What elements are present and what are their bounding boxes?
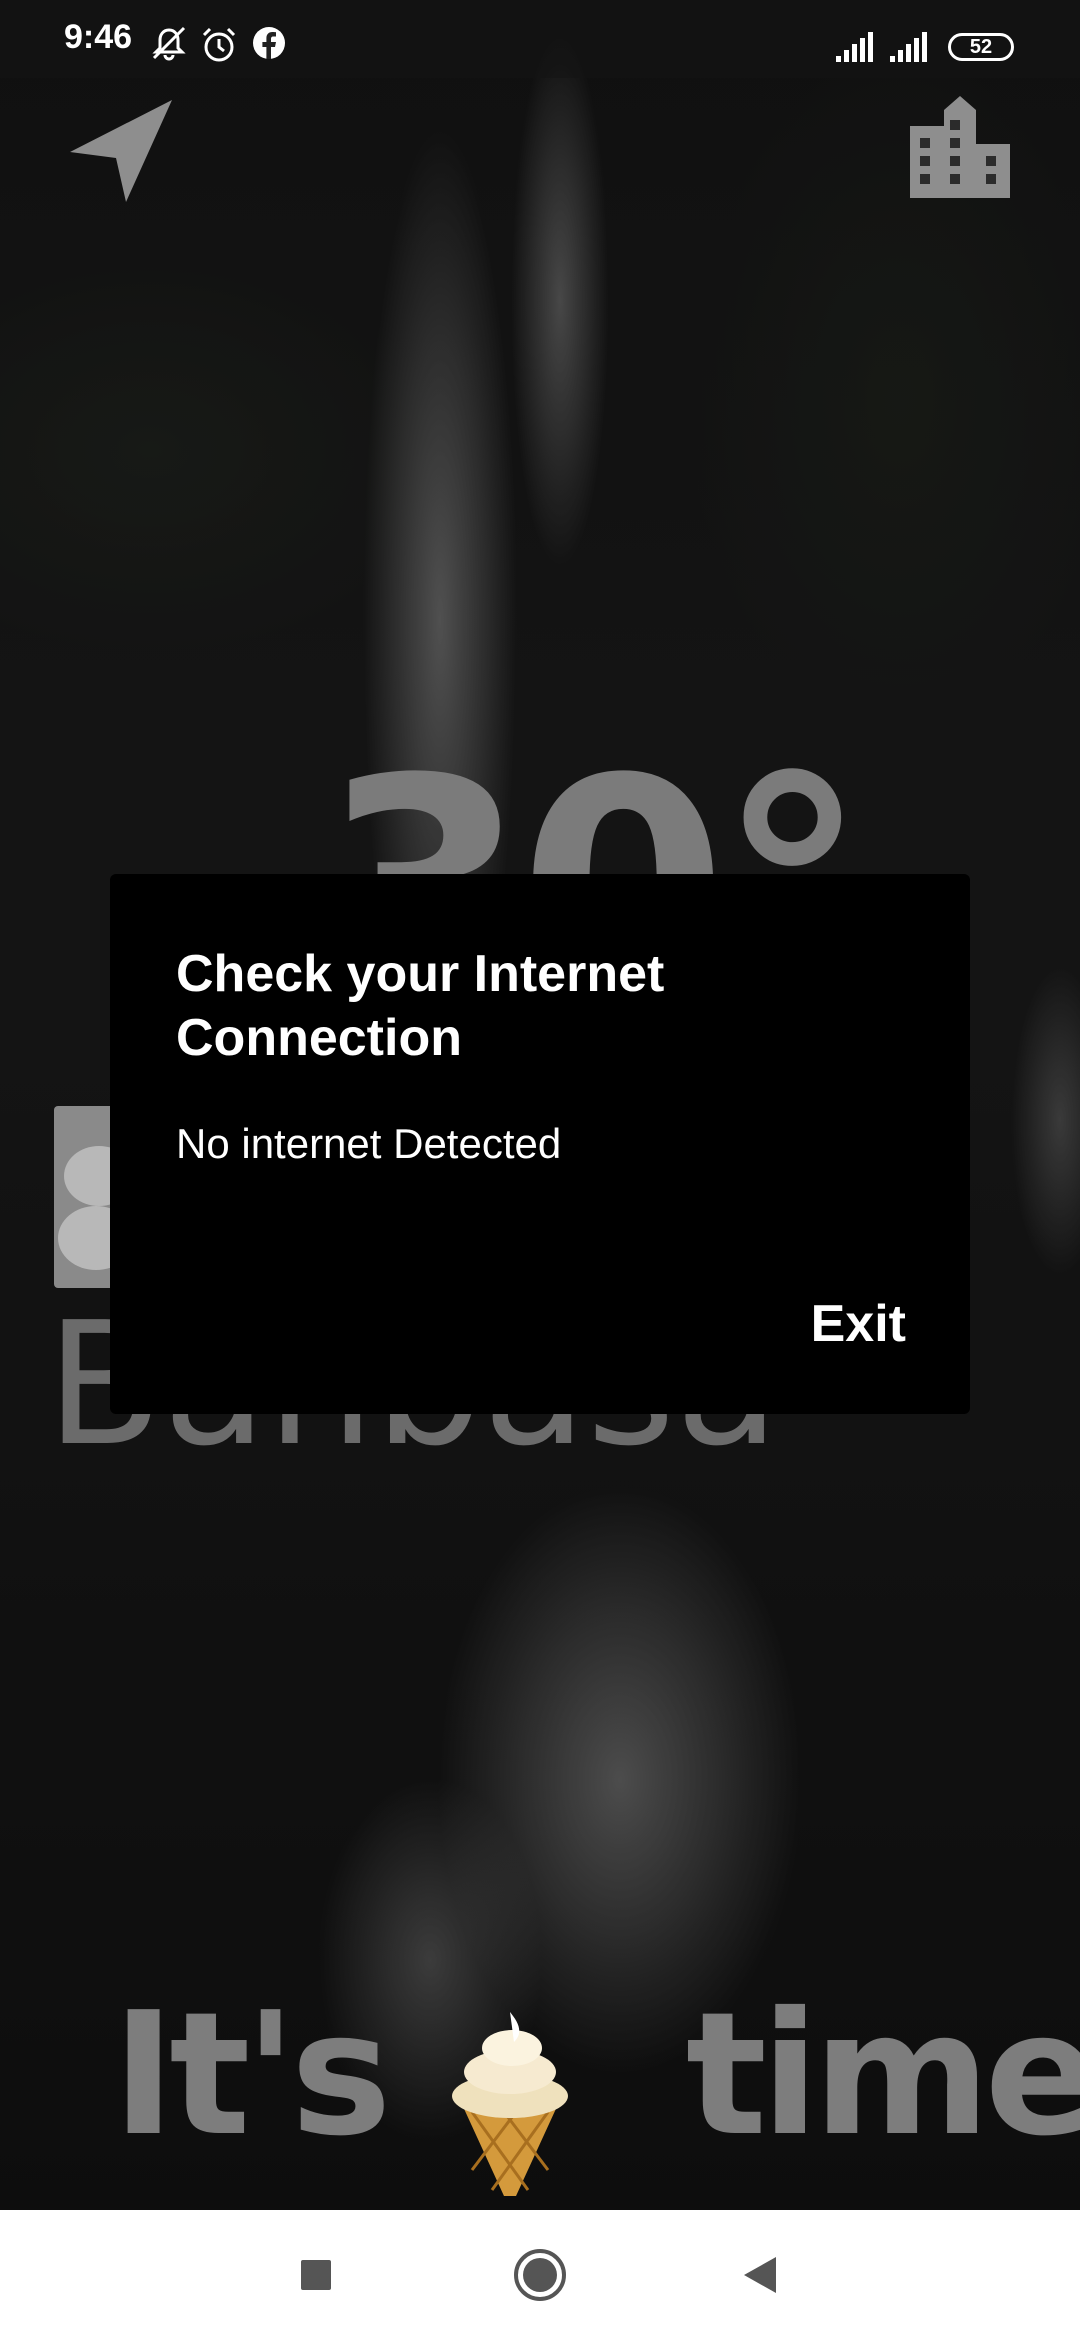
signal-icon: [890, 30, 932, 68]
battery-icon: 52: [948, 33, 1014, 61]
tagline-text: It's time: [112, 1990, 1080, 2160]
system-navigation-bar: [0, 2210, 1080, 2340]
facebook-icon: [252, 26, 286, 64]
signal-icon: [836, 30, 878, 68]
navigation-arrow-icon[interactable]: [66, 96, 176, 206]
back-triangle-icon[interactable]: [700, 2210, 820, 2340]
city-buildings-icon[interactable]: [904, 92, 1014, 202]
dialog-message: No internet Detected: [176, 1120, 562, 1167]
status-bar: 9:46 52: [0, 0, 1080, 78]
tagline-word-time: time: [685, 1976, 1080, 2174]
exit-button[interactable]: Exit: [811, 1294, 906, 1354]
alarm-icon: [200, 26, 238, 68]
screen: 9:46 52 It's time Check your Internet Co…: [0, 0, 1080, 2340]
muted-bell-icon: [150, 26, 188, 66]
no-internet-dialog: Check your Internet Connection No intern…: [110, 874, 970, 1414]
recents-square-icon[interactable]: [256, 2210, 376, 2340]
tagline-word-its: It's: [112, 1976, 392, 2174]
ice-cream-icon: [440, 2000, 580, 2200]
dialog-title: Check your Internet Connection: [176, 945, 665, 1067]
home-circle-icon[interactable]: [480, 2210, 600, 2340]
status-time: 9:46: [64, 18, 133, 56]
